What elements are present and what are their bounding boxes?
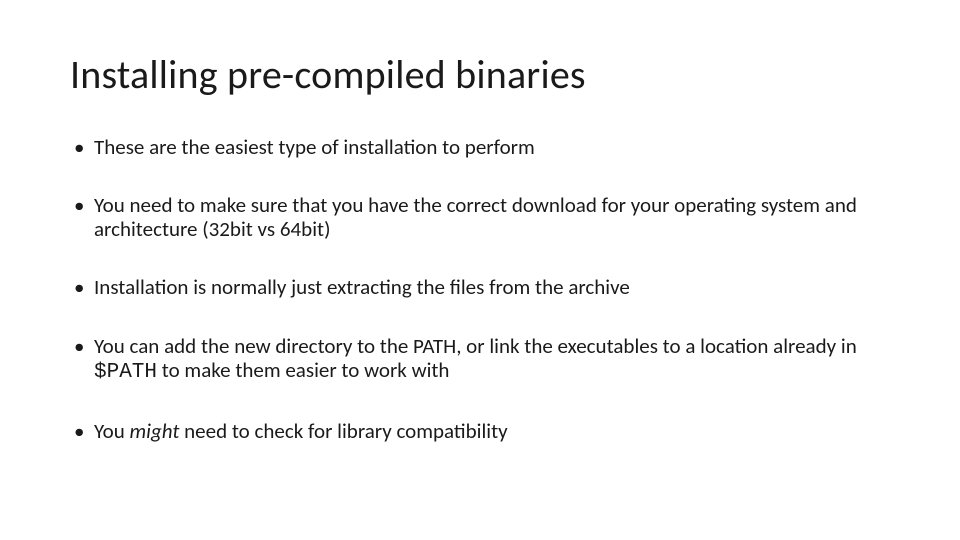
bullet-text-post: need to check for library compatibility	[179, 418, 507, 444]
bullet-text: These are the easiest type of installati…	[94, 134, 535, 160]
bullet-text-pre: You	[94, 418, 130, 444]
slide: Installing pre-compiled binaries These a…	[0, 0, 960, 540]
bullet-item: You can add the new directory to the PAT…	[70, 334, 890, 385]
bullet-item: You need to make sure that you have the …	[70, 193, 890, 241]
bullet-item: Installation is normally just extracting…	[70, 275, 890, 299]
bullet-list: These are the easiest type of installati…	[70, 135, 890, 443]
bullet-text-pre: You can add the new directory to the PAT…	[94, 333, 857, 359]
bullet-text-emphasis: might	[130, 418, 180, 444]
bullet-text: Installation is normally just extracting…	[94, 274, 630, 300]
slide-title: Installing pre-compiled binaries	[70, 50, 890, 99]
bullet-item: You might need to check for library comp…	[70, 419, 890, 443]
bullet-text-code: $PATH	[94, 361, 157, 384]
bullet-text-post: to make them easier to work with	[157, 357, 449, 383]
bullet-item: These are the easiest type of installati…	[70, 135, 890, 159]
bullet-text: You need to make sure that you have the …	[94, 192, 857, 242]
